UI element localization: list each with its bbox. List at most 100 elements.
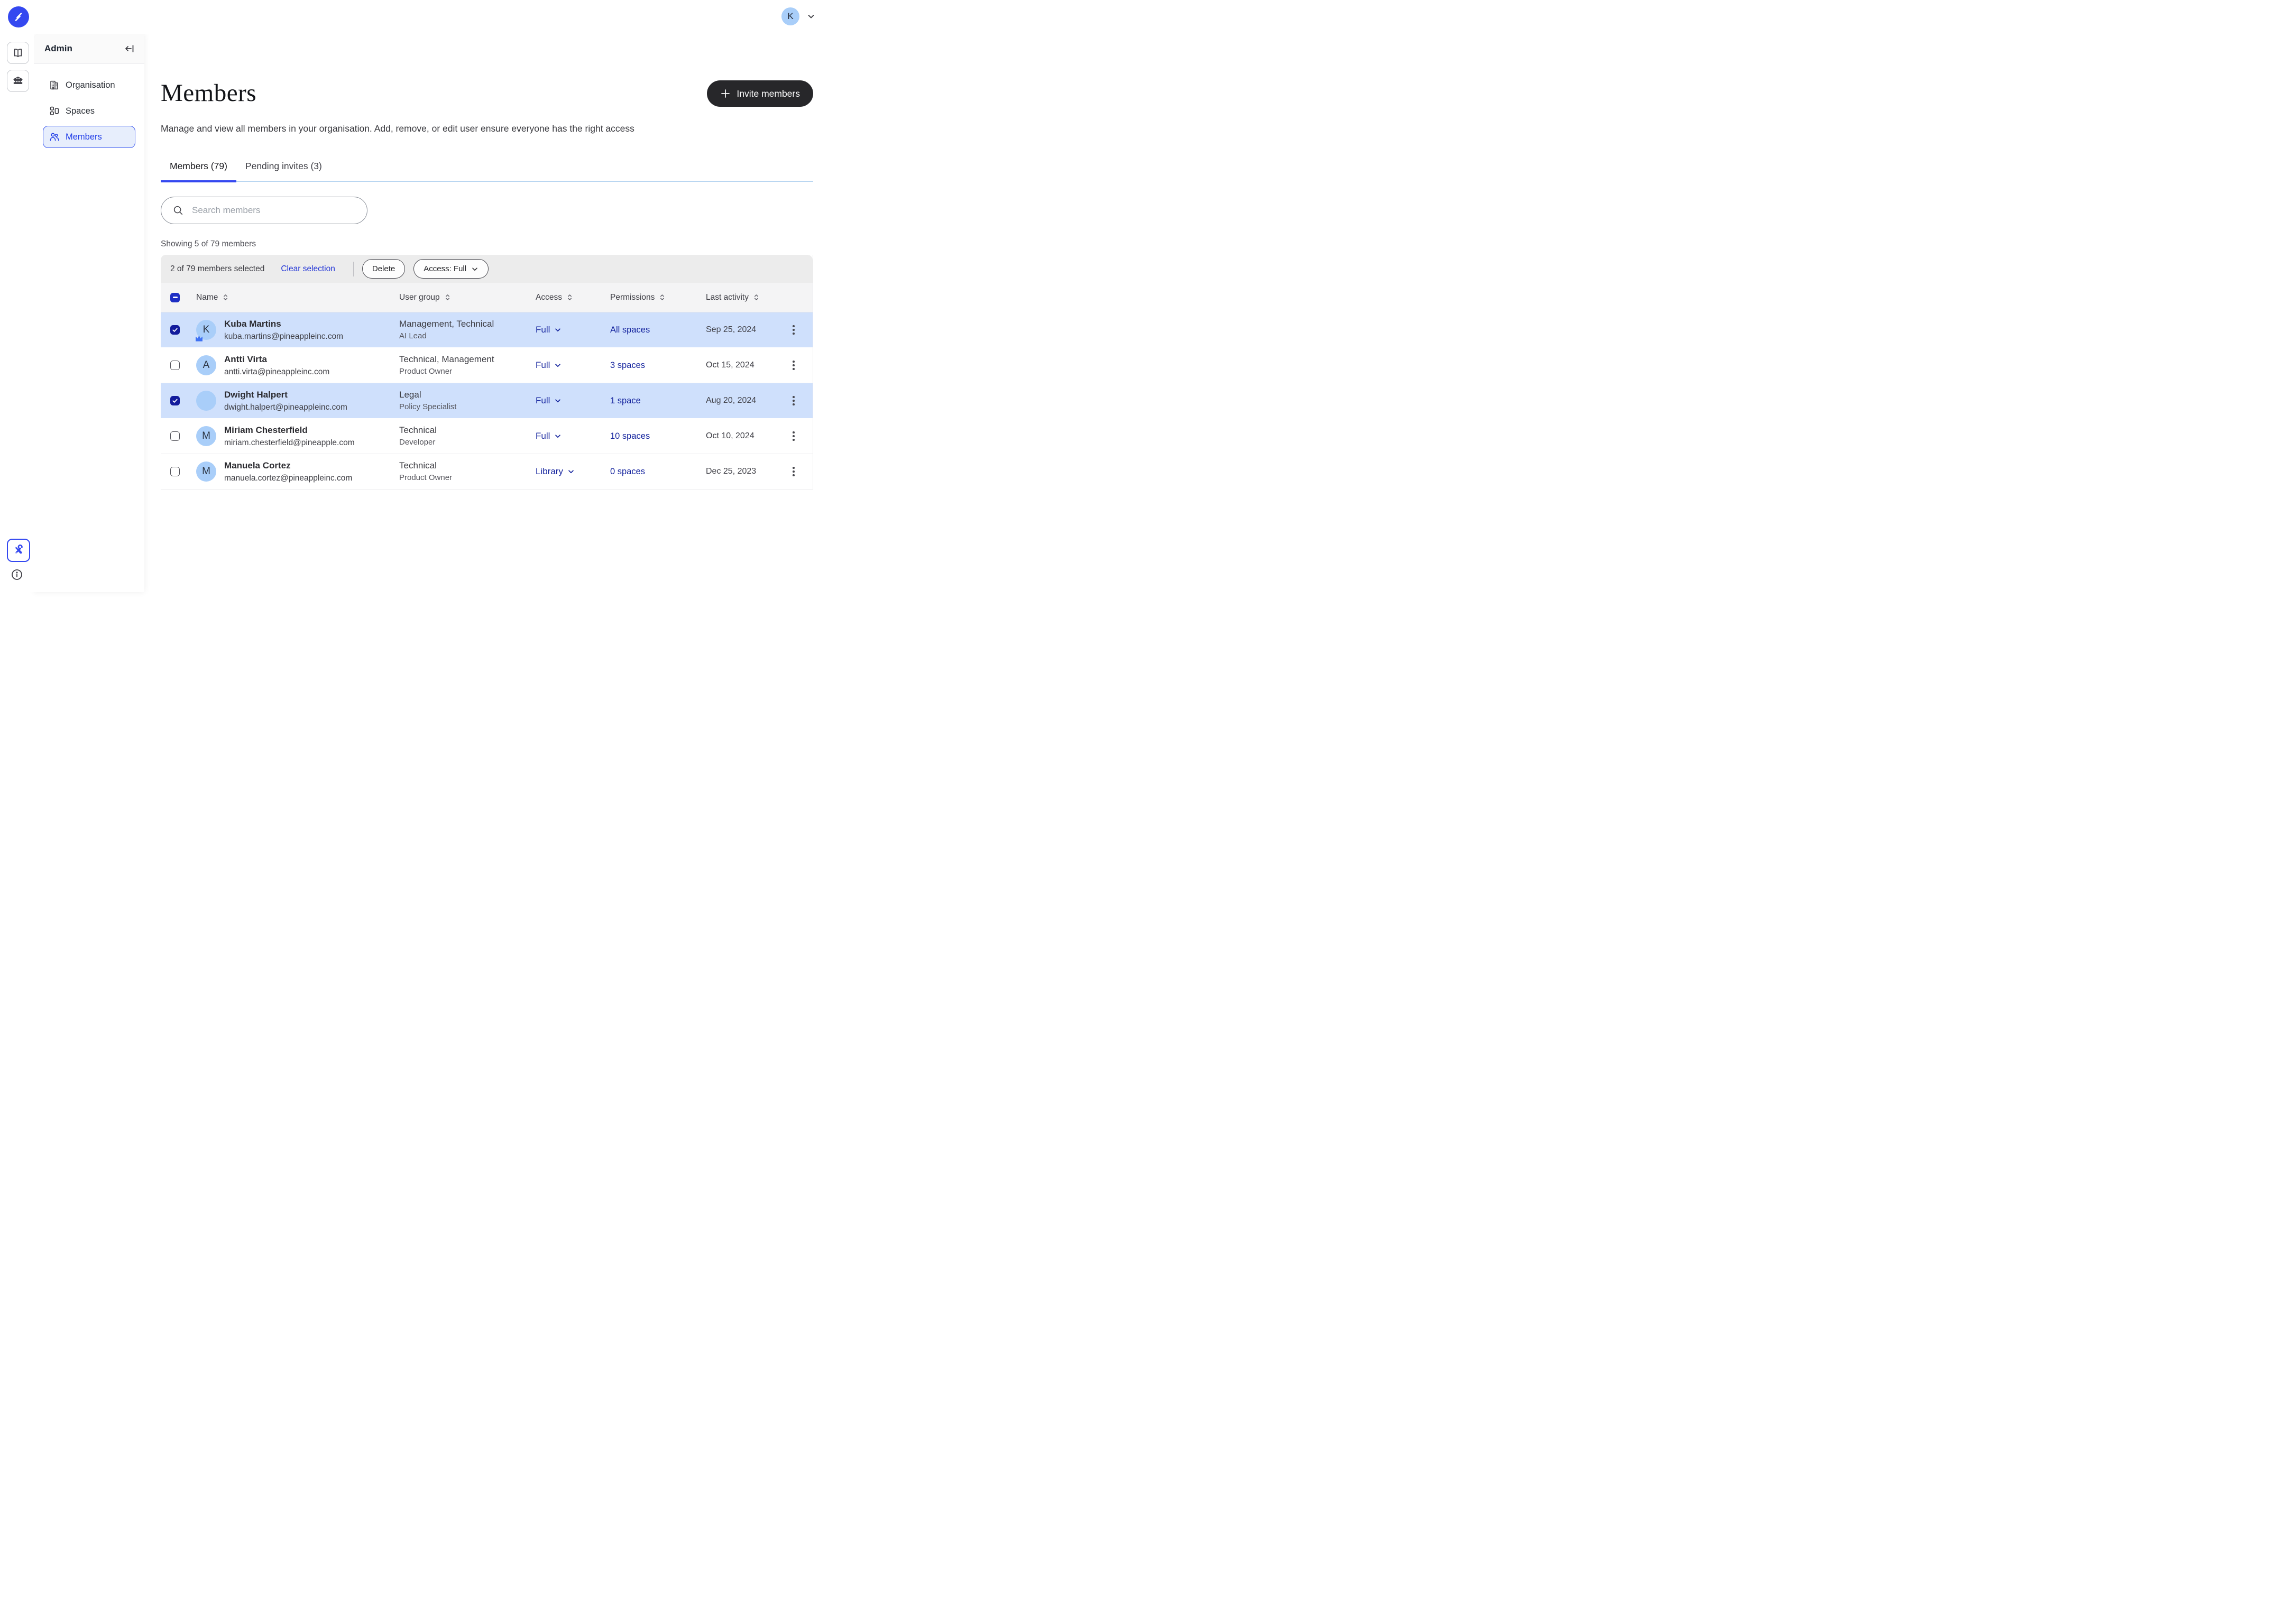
table-header-row: Name User group Access Permissions Last … [161,283,813,312]
sidebar-item-spaces[interactable]: Spaces [43,100,135,122]
page-description: Manage and view all members in your orga… [161,123,763,134]
member-cell: K Kuba Martins kuba.martins@pineappleinc… [196,318,399,342]
member-name: Miriam Chesterfield [224,425,355,436]
user-group-cell: Technical Developer [399,425,536,448]
avatar: K [781,7,799,25]
user-groups: Management, Technical [399,318,536,330]
sort-icon [566,293,573,301]
permissions-link[interactable]: 0 spaces [610,467,645,476]
row-checkbox[interactable] [170,431,180,441]
last-activity: Oct 10, 2024 [706,431,787,441]
row-menu-button[interactable] [787,361,800,370]
chevron-down-icon [567,468,575,475]
selection-count: 2 of 79 members selected [170,264,264,274]
table-row[interactable]: M Miriam Chesterfield miriam.chesterfiel… [161,419,813,454]
bank-icon [12,75,24,87]
sidebar-title: Admin [44,43,72,54]
user-groups: Technical, Management [399,354,536,365]
tab-members[interactable]: Members (79) [161,155,236,181]
search-input[interactable] [191,205,363,216]
sidebar-item-members[interactable]: Members [43,126,135,148]
column-header-name[interactable]: Name [196,293,399,302]
column-header-access[interactable]: Access [536,293,610,302]
invite-members-button[interactable]: Invite members [707,80,813,107]
clear-selection-link[interactable]: Clear selection [281,264,335,274]
row-menu-button[interactable] [787,325,800,334]
last-activity: Sep 25, 2024 [706,325,787,335]
avatar: A [196,355,216,375]
last-activity: Dec 25, 2023 [706,467,787,476]
search-members-box [161,197,367,224]
main-content: Members Invite members Manage and view a… [144,34,829,592]
access-dropdown[interactable]: Full [536,325,610,335]
user-menu[interactable]: K [781,7,815,25]
admin-sidebar: Admin Organisation Spaces Members [34,34,144,592]
row-menu-button[interactable] [787,396,800,405]
row-checkbox[interactable] [170,325,180,335]
avatar-photo [196,391,216,411]
row-menu-button[interactable] [787,431,800,440]
select-all-checkbox[interactable] [170,293,180,302]
column-header-last-activity[interactable]: Last activity [706,293,787,302]
member-cell: Dwight Halpert dwight.halpert@pineapplei… [196,389,399,413]
access-dropdown[interactable]: Full [536,395,610,406]
column-header-user-group[interactable]: User group [399,293,536,302]
logo-icon [12,11,25,23]
collapse-sidebar-button[interactable] [123,42,136,55]
access-dropdown[interactable]: Full [536,360,610,371]
tab-pending-invites[interactable]: Pending invites (3) [236,155,331,181]
member-email: kuba.martins@pineappleinc.com [224,331,343,342]
chevron-down-icon [554,397,562,404]
access-dropdown[interactable]: Full [536,431,610,441]
user-groups: Legal [399,389,536,401]
book-icon [12,47,24,59]
bulk-access-dropdown[interactable]: Access: Full [413,259,489,279]
member-email: dwight.halpert@pineappleinc.com [224,402,347,413]
table-row[interactable]: Dwight Halpert dwight.halpert@pineapplei… [161,383,813,419]
building-icon [49,80,60,90]
permissions-link[interactable]: 1 space [610,396,641,405]
sort-icon [659,293,666,301]
tab-bar: Members (79)Pending invites (3) [161,155,813,182]
app-logo[interactable] [8,6,29,27]
top-bar: K [0,0,829,34]
chevron-down-icon [471,265,478,273]
info-button[interactable] [11,569,23,580]
chevron-down-icon [807,12,815,21]
table-row[interactable]: M Manuela Cortez manuela.cortez@pineappl… [161,454,813,490]
delete-button[interactable]: Delete [362,259,405,279]
table-row[interactable]: K Kuba Martins kuba.martins@pineappleinc… [161,312,813,348]
user-groups: Technical [399,425,536,436]
sidebar-item-organisation[interactable]: Organisation [43,74,135,96]
user-group-cell: Legal Policy Specialist [399,389,536,412]
access-dropdown[interactable]: Library [536,466,610,477]
members-icon [49,132,60,142]
selection-toolbar: 2 of 79 members selected Clear selection… [161,255,813,283]
collapse-icon [124,43,135,54]
row-checkbox[interactable] [170,361,180,370]
column-header-permissions[interactable]: Permissions [610,293,706,302]
row-menu-button[interactable] [787,467,800,476]
last-activity: Aug 20, 2024 [706,396,787,405]
user-role: Policy Specialist [399,402,536,412]
row-checkbox[interactable] [170,396,180,405]
permissions-link[interactable]: 10 spaces [610,431,650,441]
table-row[interactable]: A Antti Virta antti.virta@pineappleinc.c… [161,348,813,383]
member-email: manuela.cortez@pineappleinc.com [224,473,352,484]
sort-icon [444,293,451,301]
row-checkbox[interactable] [170,467,180,476]
showing-count: Showing 5 of 79 members [161,239,813,249]
admin-tools-button[interactable] [7,539,30,562]
spaces-icon [49,106,60,116]
member-cell: A Antti Virta antti.virta@pineappleinc.c… [196,354,399,377]
plus-icon [720,88,731,99]
sort-icon [753,293,760,301]
permissions-link[interactable]: 3 spaces [610,361,645,370]
last-activity: Oct 15, 2024 [706,361,787,370]
library-button[interactable] [7,42,29,64]
permissions-link[interactable]: All spaces [610,325,650,335]
member-name: Kuba Martins [224,318,343,330]
organisation-home-button[interactable] [7,70,29,92]
user-group-cell: Management, Technical AI Lead [399,318,536,342]
sidebar-nav: Organisation Spaces Members [34,64,144,162]
